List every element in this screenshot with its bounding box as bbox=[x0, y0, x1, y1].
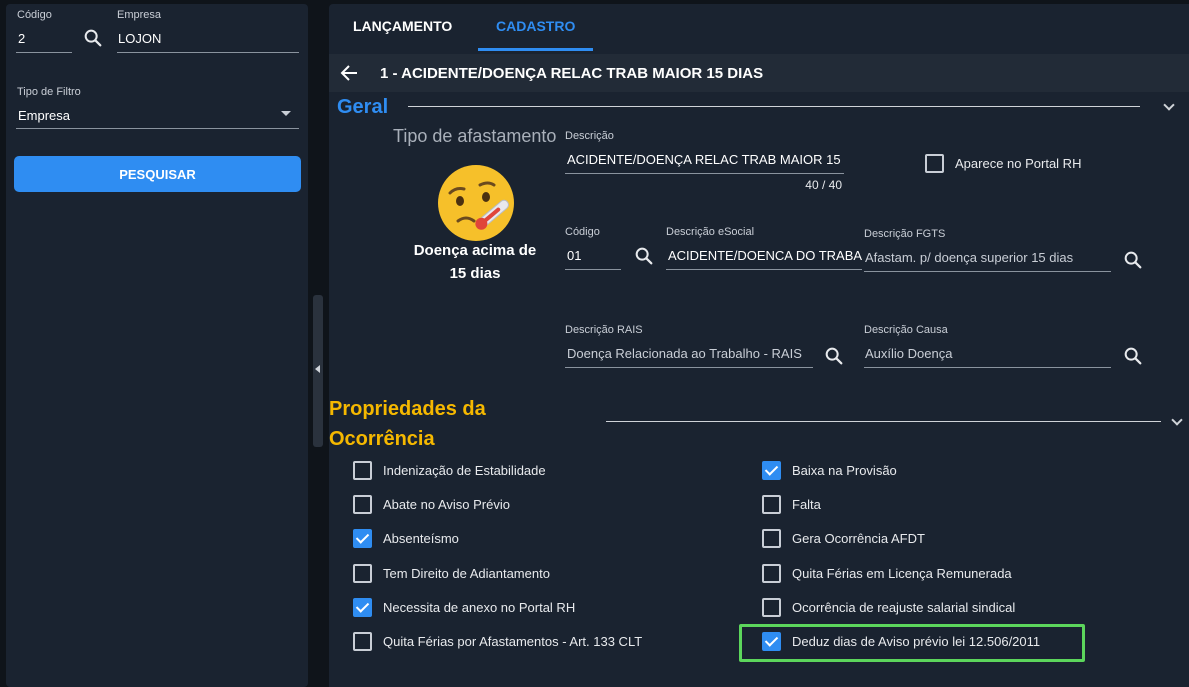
quita-ferias-licenca-label: Quita Férias em Licença Remunerada bbox=[792, 566, 1012, 581]
empresa-input[interactable]: LOJON bbox=[118, 31, 161, 46]
search-icon[interactable] bbox=[1122, 249, 1144, 271]
esocial-label: Descrição eSocial bbox=[666, 226, 755, 238]
tipo-filtro-label: Tipo de Filtro bbox=[17, 86, 81, 98]
tipo-filtro-select[interactable]: Empresa bbox=[18, 108, 70, 123]
fgts-input[interactable]: Afastam. p/ doença superior 15 dias bbox=[865, 250, 1073, 265]
chevron-left-icon bbox=[315, 365, 320, 373]
abate-aviso-previo-checkbox[interactable] bbox=[353, 495, 372, 514]
baixa-provisao-checkbox[interactable] bbox=[762, 461, 781, 480]
descricao-char-counter: 40 / 40 bbox=[805, 178, 842, 192]
anexo-portal-rh-checkbox[interactable] bbox=[353, 598, 372, 617]
section-title-line: Propriedades da bbox=[329, 398, 486, 420]
search-icon[interactable] bbox=[1122, 345, 1144, 367]
tipo-filtro-underline bbox=[16, 128, 299, 129]
fgts-underline bbox=[864, 271, 1111, 272]
back-arrow-icon[interactable] bbox=[339, 64, 359, 82]
codigo-underline bbox=[16, 52, 72, 53]
search-icon[interactable] bbox=[82, 27, 104, 49]
section-divider bbox=[408, 106, 1140, 107]
empresa-label: Empresa bbox=[117, 9, 162, 21]
absenteismo-checkbox[interactable] bbox=[353, 529, 372, 548]
quita-ferias-afastamentos-label: Quita Férias por Afastamentos - Art. 133… bbox=[383, 634, 643, 649]
pesquisar-button[interactable]: PESQUISAR bbox=[14, 156, 301, 192]
record-header: 1 - ACIDENTE/DOENÇA RELAC TRAB MAIOR 15 … bbox=[329, 54, 1189, 92]
page-title: 1 - ACIDENTE/DOENÇA RELAC TRAB MAIOR 15 … bbox=[380, 65, 764, 82]
portal-rh-label: Aparece no Portal RH bbox=[955, 156, 1082, 171]
reajuste-salarial-label: Ocorrência de reajuste salarial sindical bbox=[792, 600, 1016, 615]
esocial-input[interactable]: ACIDENTE/DOENCA DO TRABALH bbox=[668, 248, 862, 263]
indenizacao-estabilidade-label: Indenização de Estabilidade bbox=[383, 463, 546, 478]
baixa-provisao-label: Baixa na Provisão bbox=[792, 463, 897, 478]
gera-ocorrencia-afdt-checkbox[interactable] bbox=[762, 529, 781, 548]
anexo-portal-rh-label: Necessita de anexo no Portal RH bbox=[383, 600, 576, 615]
causa-input[interactable]: Auxílio Doença bbox=[865, 346, 952, 361]
falta-label: Falta bbox=[792, 497, 821, 512]
tipo-afastamento-caption: Doença acima de 15 dias bbox=[413, 242, 537, 282]
tipo-afastamento-label: Tipo de afastamento bbox=[393, 126, 557, 146]
tab-lancamento[interactable]: LANÇAMENTO bbox=[353, 18, 452, 34]
fgts-label: Descrição FGTS bbox=[864, 228, 946, 240]
reajuste-salarial-checkbox[interactable] bbox=[762, 598, 781, 617]
causa-label: Descrição Causa bbox=[864, 324, 948, 336]
codigo-esocial-label: Código bbox=[565, 226, 600, 238]
abate-aviso-previo-label: Abate no Aviso Prévio bbox=[383, 497, 510, 512]
codigo-field[interactable]: 01 bbox=[567, 248, 581, 263]
face-with-thermometer-icon bbox=[438, 165, 514, 241]
tab-bar: LANÇAMENTO CADASTRO bbox=[329, 4, 1189, 51]
codigo-input[interactable]: 2 bbox=[18, 31, 25, 46]
highlight-box bbox=[739, 624, 1085, 662]
rais-label: Descrição RAIS bbox=[565, 324, 643, 336]
direito-adiantamento-checkbox[interactable] bbox=[353, 564, 372, 583]
search-icon[interactable] bbox=[823, 345, 845, 367]
active-tab-indicator bbox=[478, 48, 593, 51]
absenteismo-label: Absenteísmo bbox=[383, 531, 459, 546]
indenizacao-estabilidade-checkbox[interactable] bbox=[353, 461, 372, 480]
direito-adiantamento-label: Tem Direito de Adiantamento bbox=[383, 566, 550, 581]
empresa-underline bbox=[117, 52, 299, 53]
falta-checkbox[interactable] bbox=[762, 495, 781, 514]
codigo-field-underline bbox=[565, 269, 621, 270]
collapse-panel-handle[interactable] bbox=[313, 295, 323, 447]
descricao-input[interactable]: ACIDENTE/DOENÇA RELAC TRAB MAIOR 15 DI bbox=[567, 152, 843, 167]
causa-underline bbox=[864, 367, 1111, 368]
descricao-label: Descrição bbox=[565, 130, 614, 142]
chevron-down-icon[interactable] bbox=[281, 111, 291, 116]
esocial-underline bbox=[666, 269, 862, 270]
filter-panel: Código 2 Empresa LOJON Tipo de Filtro Em… bbox=[6, 4, 308, 687]
quita-ferias-licenca-checkbox[interactable] bbox=[762, 564, 781, 583]
descricao-underline bbox=[565, 173, 844, 174]
quita-ferias-afastamentos-checkbox[interactable] bbox=[353, 632, 372, 651]
rais-underline bbox=[565, 367, 813, 368]
section-divider bbox=[606, 421, 1161, 422]
section-title-line: Ocorrência bbox=[329, 428, 435, 450]
portal-rh-checkbox[interactable] bbox=[925, 154, 944, 173]
gera-ocorrencia-afdt-label: Gera Ocorrência AFDT bbox=[792, 531, 925, 546]
section-title-propriedades: Propriedades da Ocorrência bbox=[329, 394, 529, 454]
codigo-label: Código bbox=[17, 9, 52, 21]
tab-cadastro[interactable]: CADASTRO bbox=[496, 18, 575, 34]
section-title-geral: Geral bbox=[337, 96, 389, 118]
rais-input[interactable]: Doença Relacionada ao Trabalho - RAIS bbox=[567, 346, 802, 361]
search-icon[interactable] bbox=[633, 245, 655, 267]
